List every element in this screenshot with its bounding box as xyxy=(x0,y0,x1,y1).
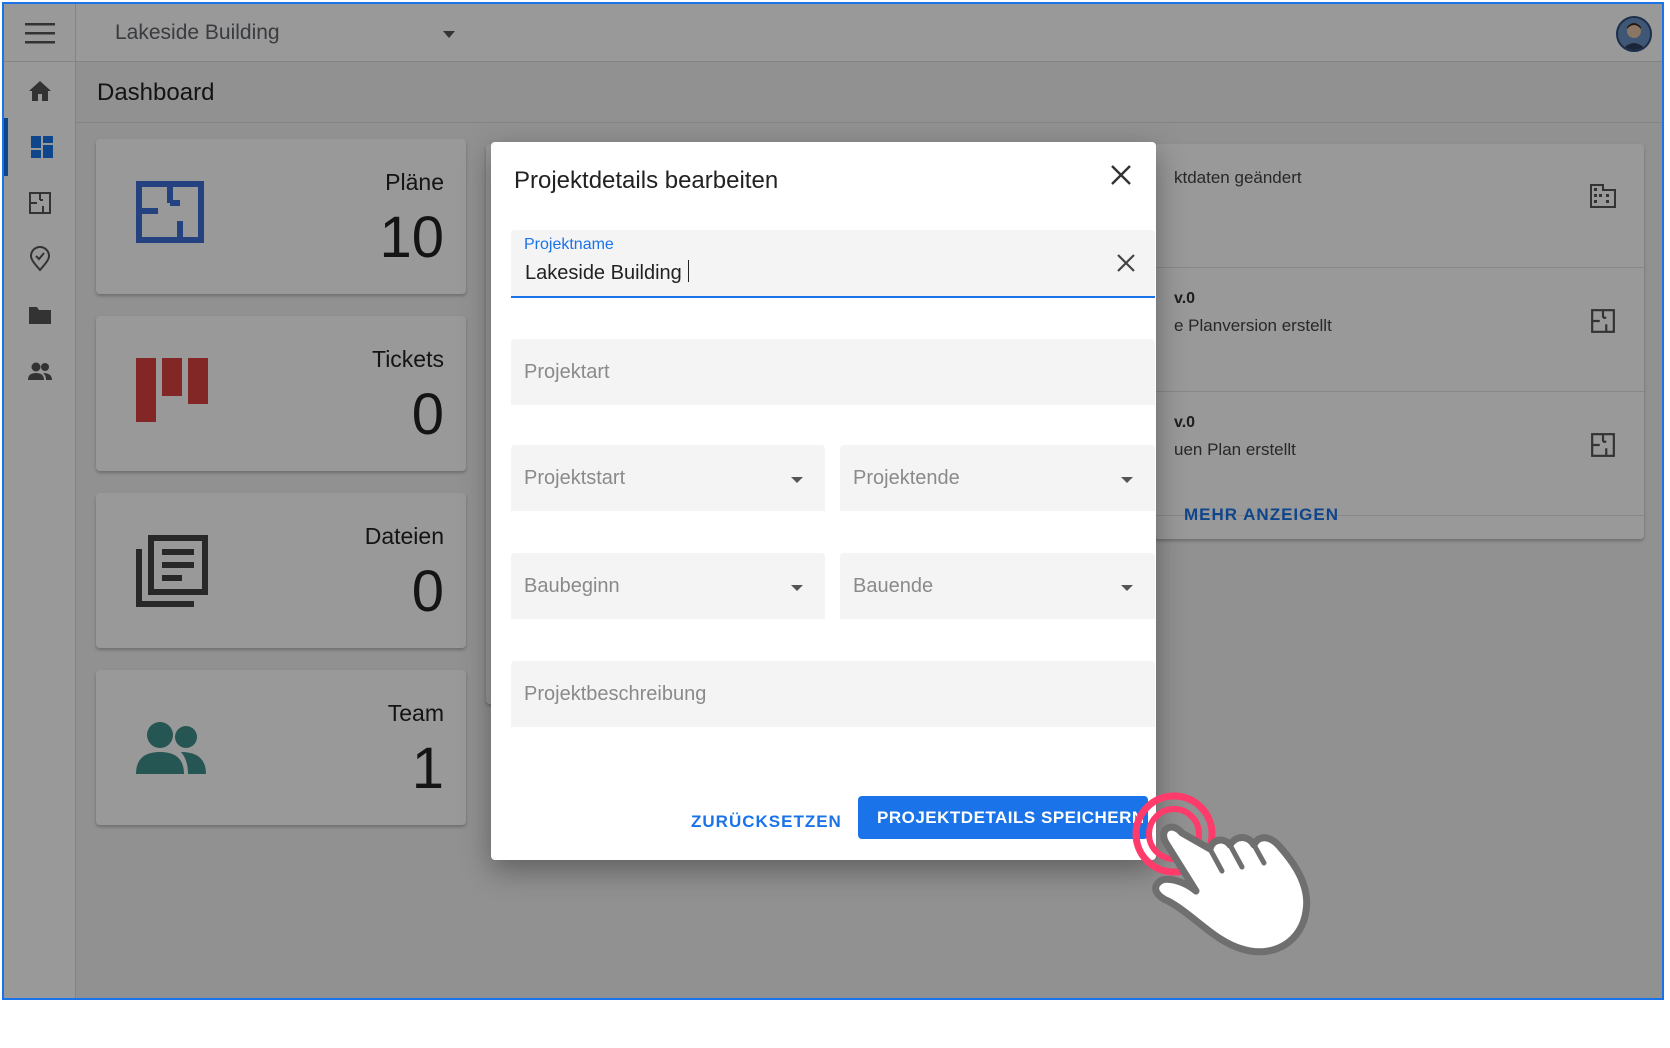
chevron-down-icon xyxy=(791,477,803,483)
construction-end-placeholder: Bauende xyxy=(853,575,934,597)
reset-button[interactable]: ZURÜCKSETZEN xyxy=(691,802,842,842)
construction-end-field[interactable]: Bauende xyxy=(840,553,1155,619)
clear-icon[interactable] xyxy=(1115,252,1137,274)
construction-start-field[interactable]: Baubeginn xyxy=(511,553,825,619)
close-icon[interactable] xyxy=(1108,162,1134,188)
edit-project-dialog: Projektdetails bearbeiten Projektname La… xyxy=(491,142,1156,860)
project-type-placeholder: Projektart xyxy=(524,361,610,383)
chevron-down-icon xyxy=(791,585,803,591)
chevron-down-icon xyxy=(1121,585,1133,591)
project-end-field[interactable]: Projektende xyxy=(840,445,1155,511)
dialog-title: Projektdetails bearbeiten xyxy=(514,167,779,194)
project-name-field[interactable]: Projektname Lakeside Building xyxy=(511,230,1155,298)
project-start-field[interactable]: Projektstart xyxy=(511,445,825,511)
project-start-placeholder: Projektstart xyxy=(524,467,626,489)
project-description-field[interactable]: Projektbeschreibung xyxy=(511,661,1155,727)
pointer-hand-icon xyxy=(1132,792,1311,956)
project-name-input[interactable]: Lakeside Building xyxy=(525,262,682,284)
project-end-placeholder: Projektende xyxy=(853,467,960,489)
construction-start-placeholder: Baubeginn xyxy=(524,575,620,597)
project-name-label: Projektname xyxy=(524,236,614,253)
project-type-field[interactable]: Projektart xyxy=(511,339,1155,405)
text-cursor xyxy=(687,260,689,282)
save-project-details-button[interactable]: PROJEKTDETAILS SPEICHERN xyxy=(858,796,1148,839)
project-description-placeholder: Projektbeschreibung xyxy=(524,683,707,705)
app-window: Lakeside Building Dashboard Pläne 10 Tic… xyxy=(2,2,1664,1000)
chevron-down-icon xyxy=(1121,477,1133,483)
